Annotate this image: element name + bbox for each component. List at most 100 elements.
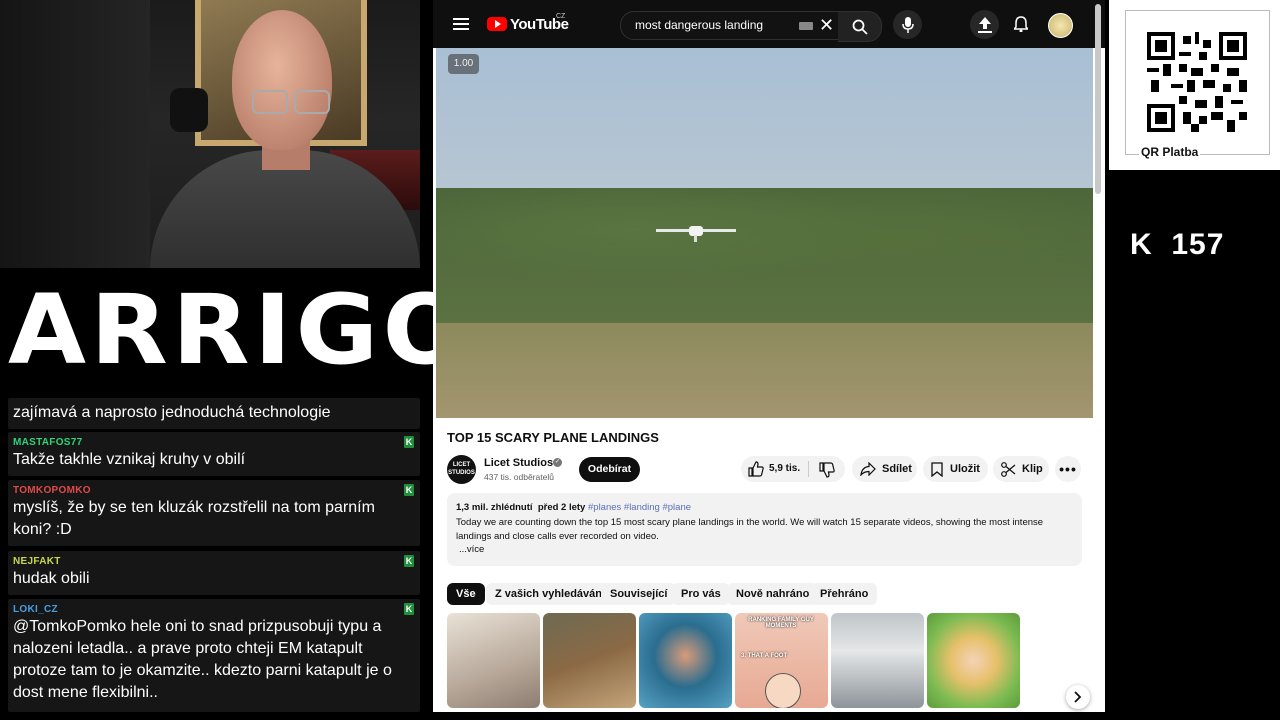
thumbs-up-icon <box>748 461 764 477</box>
chat-message: zajímavá a naprosto jednoduchá technolog… <box>8 398 420 429</box>
chat-username: LOKI_CZ <box>13 604 58 615</box>
playback-speed: 1.00 <box>448 54 479 74</box>
upload-icon <box>977 16 992 33</box>
description-box[interactable]: 1,3 mil. zhlédnutí před 2 lety #planes #… <box>447 493 1082 566</box>
chat-message-text: Takže takhle vznikaj kruhy v obilí <box>13 451 246 468</box>
share-label: Sdílet <box>882 463 912 475</box>
subscribe-button[interactable]: Odebírat <box>579 457 640 482</box>
scrollbar[interactable] <box>1095 4 1101 194</box>
share-button[interactable]: Sdílet <box>852 456 917 482</box>
qr-label: QR Platba <box>1139 145 1201 159</box>
channel-logo: ARRIGOS <box>0 262 545 392</box>
clear-search-icon[interactable]: ✕ <box>819 15 834 35</box>
search-input[interactable] <box>633 17 787 33</box>
qr-payment-box: QR Platba <box>1109 0 1280 170</box>
chat-message: TOMKOPOMKO K myslíš, že by se ten kluzák… <box>8 480 420 546</box>
video-thumbnail[interactable] <box>543 613 636 708</box>
verified-icon: ✓ <box>553 458 562 467</box>
thumbnail-caption: RANKING FAMILY GUY MOMENTS <box>748 617 814 629</box>
subscriber-count: 437 tis. odběratelů <box>484 472 554 482</box>
chat-username: TOMKOPOMKO <box>13 485 91 496</box>
scissors-icon <box>1001 461 1016 477</box>
share-icon <box>860 462 876 476</box>
video-thumbnail[interactable] <box>639 613 732 708</box>
region-code: CZ <box>556 13 566 20</box>
glasses-left <box>252 90 288 114</box>
clip-label: Klip <box>1022 463 1043 475</box>
kill-counter: K 157 <box>1130 228 1225 261</box>
description-text: Today we are counting down the top 15 mo… <box>456 517 1044 542</box>
microphone-button[interactable] <box>893 10 922 39</box>
cartoon-face <box>765 673 801 708</box>
video-thumbnail[interactable] <box>447 613 540 708</box>
notifications-button[interactable] <box>1009 12 1033 36</box>
chip-recently-uploaded[interactable]: Nově nahráno <box>727 583 819 605</box>
thumbnail-caption: 3. THAT A FOOT <box>741 653 788 659</box>
chat-message: NEJFAKT K hudak obili <box>8 551 420 595</box>
chat-message-text: hudak obili <box>13 570 90 587</box>
chat-message-text: zajímavá a naprosto jednoduchá technolog… <box>13 404 331 421</box>
kick-badge-icon: K <box>404 436 414 448</box>
qr-code-icon <box>1147 32 1247 132</box>
view-stats: 1,3 mil. zhlédnutí před 2 lety <box>456 502 586 513</box>
youtube-topbar: YouTube CZ ✕ <box>433 0 1105 48</box>
keyboard-icon[interactable] <box>799 22 813 30</box>
headphone <box>170 88 208 132</box>
video-title: TOP 15 SCARY PLANE LANDINGS <box>447 430 659 445</box>
webcam-feed <box>0 0 420 268</box>
search-box[interactable]: ✕ <box>620 11 840 40</box>
youtube-logo-icon[interactable] <box>487 17 507 31</box>
save-button[interactable]: Uložit <box>923 456 988 482</box>
search-icon <box>852 19 868 35</box>
show-more-link[interactable]: ...více <box>459 544 484 555</box>
kick-badge-icon: K <box>404 555 414 567</box>
bookmark-icon <box>931 461 943 477</box>
next-arrow-button[interactable] <box>1066 685 1090 709</box>
microphone-icon <box>901 16 914 33</box>
avatar[interactable] <box>1048 13 1073 38</box>
bell-icon <box>1014 16 1028 32</box>
hashtags[interactable]: #planes #landing #plane <box>588 502 691 513</box>
glasses-right <box>294 90 330 114</box>
search-button[interactable] <box>838 11 882 42</box>
chip-related[interactable]: Související <box>601 583 677 605</box>
clip-button[interactable]: Klip <box>993 456 1049 482</box>
like-dislike-group: 5,9 tis. <box>741 456 845 482</box>
upload-button[interactable] <box>970 10 999 39</box>
treeline <box>436 188 1093 328</box>
streamer-head <box>232 10 332 150</box>
chat-message: LOKI_CZ K @TomkoPomko hele oni to snad p… <box>8 599 420 712</box>
channel-name[interactable]: Licet Studios <box>484 457 553 469</box>
video-thumbnail[interactable] <box>831 613 924 708</box>
like-button[interactable]: 5,9 tis. <box>741 456 808 482</box>
chat-username: MASTAFOS77 <box>13 437 83 448</box>
qr-frame <box>1125 10 1270 155</box>
chat-message-text: myslíš, že by se ten kluzák rozstřelil n… <box>13 499 375 538</box>
youtube-window: YouTube CZ ✕ 1.00 TOP 15 SCARY PLANE LA <box>433 0 1105 712</box>
chip-all[interactable]: Vše <box>447 583 485 605</box>
more-actions-button[interactable]: ••• <box>1055 456 1081 482</box>
like-count: 5,9 tis. <box>769 463 801 474</box>
video-player[interactable]: 1.00 <box>436 48 1093 418</box>
chip-from-searches[interactable]: Z vašich vyhledávání <box>486 583 615 605</box>
chat-panel: zajímavá a naprosto jednoduchá technolog… <box>0 384 420 720</box>
chevron-right-icon <box>1074 691 1082 703</box>
airplane-icon <box>656 226 736 242</box>
acoustic-panel <box>0 0 150 268</box>
more-icon: ••• <box>1059 461 1077 477</box>
chat-message-text: @TomkoPomko hele oni to snad prizpusobuj… <box>13 618 392 701</box>
chat-message: MASTAFOS77 K Takže takhle vznikaj kruhy … <box>8 432 420 476</box>
chip-watched[interactable]: Přehráno <box>811 583 878 605</box>
chip-for-you[interactable]: Pro vás <box>672 583 730 605</box>
dislike-button[interactable] <box>809 456 845 482</box>
thumbs-down-icon <box>819 462 835 478</box>
video-thumbnail[interactable]: RANKING FAMILY GUY MOMENTS 3. THAT A FOO… <box>735 613 828 708</box>
chat-username: NEJFAKT <box>13 556 61 567</box>
kick-badge-icon: K <box>404 603 414 615</box>
save-label: Uložit <box>950 463 980 475</box>
channel-avatar[interactable]: LICET STUDIOS <box>447 455 476 484</box>
kick-badge-icon: K <box>404 484 414 496</box>
airstrip <box>436 323 1093 418</box>
video-thumbnail[interactable] <box>927 613 1020 708</box>
menu-icon[interactable] <box>451 14 471 34</box>
